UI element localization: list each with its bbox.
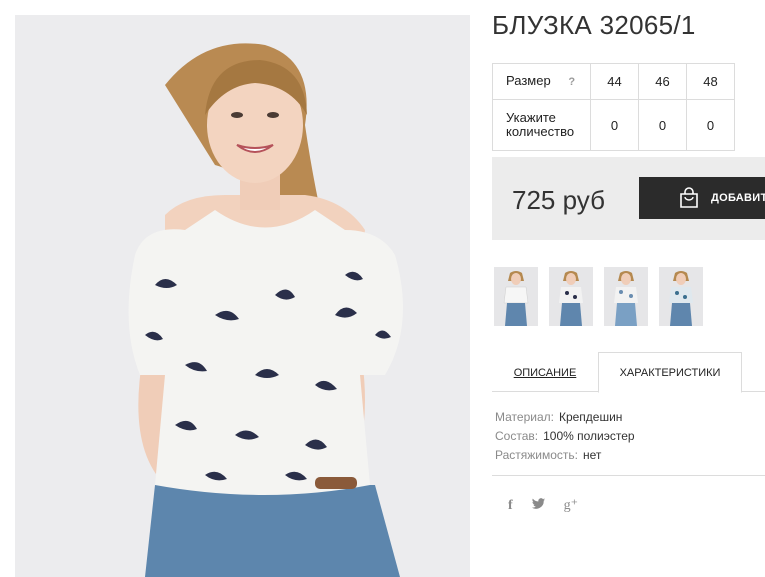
- thumbnail-3[interactable]: [604, 267, 648, 326]
- price-block: 725 руб ДОБАВИТЬ: [492, 157, 765, 240]
- characteristics-list: Материал: Крепдешин Состав: 100% полиэстер…: [495, 408, 635, 465]
- thumbnail-gallery: [494, 267, 703, 326]
- tab-characteristics[interactable]: ХАРАКТЕРИСТИКИ: [598, 352, 742, 393]
- size-48: 48: [686, 63, 735, 100]
- thumbnail-4[interactable]: [659, 267, 703, 326]
- thumbnail-1[interactable]: [494, 267, 538, 326]
- model-photo-illustration: [15, 15, 470, 577]
- quantity-input-44[interactable]: 0: [590, 99, 639, 151]
- add-to-cart-label: ДОБАВИТЬ: [711, 192, 765, 204]
- price-value: 725 руб: [512, 185, 605, 215]
- divider: [492, 475, 765, 476]
- quantity-label: Укажите количество: [492, 99, 591, 151]
- spec-stretch: Растяжимость: нет: [495, 446, 635, 465]
- spec-key: Состав:: [495, 429, 539, 443]
- thumbnail-2[interactable]: [549, 267, 593, 326]
- social-share: f g⁺: [508, 497, 578, 514]
- googleplus-icon[interactable]: g⁺: [564, 497, 578, 514]
- size-quantity-table: Размер ? 44 46 48 Укажите количество 0 0…: [492, 63, 735, 151]
- add-to-cart-button[interactable]: ДОБАВИТЬ: [639, 177, 765, 219]
- facebook-icon[interactable]: f: [508, 498, 513, 514]
- size-row: Размер ? 44 46 48: [492, 63, 735, 100]
- product-main-photo[interactable]: [15, 15, 470, 577]
- size-label-cell: Размер ?: [492, 63, 591, 100]
- twitter-icon[interactable]: [531, 498, 546, 513]
- size-label: Размер: [506, 73, 551, 88]
- quantity-input-48[interactable]: 0: [686, 99, 735, 151]
- spec-value: 100% полиэстер: [543, 429, 635, 443]
- spec-composition: Состав: 100% полиэстер: [495, 427, 635, 446]
- shopping-bag-icon: [677, 186, 701, 213]
- tab-description[interactable]: ОПИСАНИЕ: [492, 352, 598, 393]
- spec-value: нет: [583, 448, 602, 462]
- product-title: БЛУЗКА 32065/1: [492, 10, 696, 40]
- spec-key: Растяжимость:: [495, 448, 579, 462]
- product-tabs: ОПИСАНИЕ ХАРАКТЕРИСТИКИ: [492, 352, 765, 393]
- size-44: 44: [590, 63, 639, 100]
- quantity-input-46[interactable]: 0: [638, 99, 687, 151]
- size-46: 46: [638, 63, 687, 100]
- spec-value: Крепдешин: [558, 410, 623, 424]
- help-icon[interactable]: ?: [568, 75, 575, 89]
- quantity-row: Укажите количество 0 0 0: [492, 99, 735, 151]
- spec-key: Материал:: [495, 410, 554, 424]
- spec-material: Материал: Крепдешин: [495, 408, 635, 427]
